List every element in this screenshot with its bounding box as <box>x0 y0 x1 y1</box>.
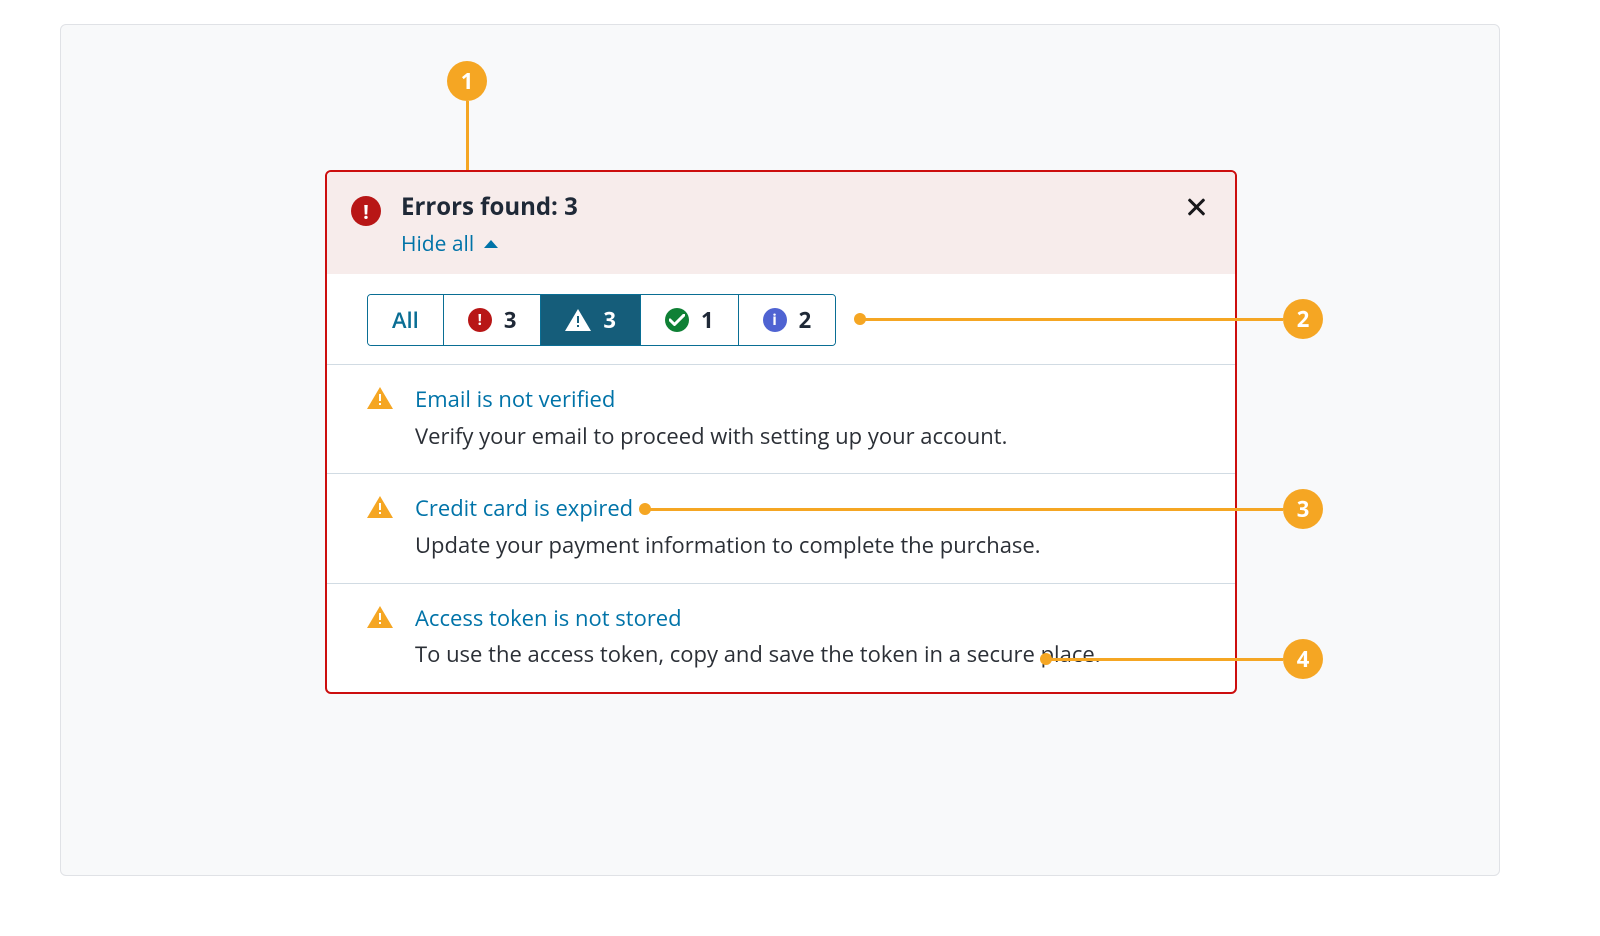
list-item: Access token is not stored To use the ac… <box>327 583 1235 692</box>
annotation-bubble-1: 1 <box>447 61 487 101</box>
warning-icon <box>367 604 393 626</box>
annotation-4: 4 <box>1283 639 1323 679</box>
annotation-3: 3 <box>1283 489 1323 529</box>
example-frame: 1 Errors found: 3 Hide all All <box>60 24 1500 876</box>
filter-info[interactable]: 2 <box>738 295 836 345</box>
close-icon <box>1185 196 1207 218</box>
chevron-up-icon <box>484 240 498 248</box>
filter-success[interactable]: 1 <box>640 295 738 345</box>
annotation-bubble-2: 2 <box>1283 299 1323 339</box>
filter-segmented-control: All 3 3 1 <box>367 294 836 346</box>
message-description: Update your payment information to compl… <box>415 531 1195 561</box>
success-icon <box>665 308 689 332</box>
toggle-label: Hide all <box>401 230 474 258</box>
message-title[interactable]: Access token is not stored <box>415 604 1195 633</box>
list-item: Email is not verified Verify your email … <box>327 364 1235 473</box>
annotation-1: 1 <box>447 61 487 101</box>
annotation-bubble-4: 4 <box>1283 639 1323 679</box>
error-icon <box>468 308 492 332</box>
filter-warnings[interactable]: 3 <box>540 295 640 345</box>
warning-icon <box>367 385 393 407</box>
annotation-3-line <box>648 508 1283 511</box>
filter-info-count: 2 <box>799 305 812 335</box>
message-list: Email is not verified Verify your email … <box>327 364 1235 692</box>
filter-warnings-count: 3 <box>603 305 616 335</box>
annotation-2: 2 <box>1283 299 1323 339</box>
annotation-bubble-3: 3 <box>1283 489 1323 529</box>
warning-icon <box>565 309 591 331</box>
filter-errors[interactable]: 3 <box>443 295 541 345</box>
annotation-4-line <box>1049 658 1283 661</box>
error-icon <box>351 196 381 226</box>
filter-all[interactable]: All <box>368 295 443 345</box>
info-icon <box>763 308 787 332</box>
filter-errors-count: 3 <box>504 305 517 335</box>
filter-success-count: 1 <box>701 305 714 335</box>
message-description: Verify your email to proceed with settin… <box>415 422 1195 452</box>
toggle-hide-all[interactable]: Hide all <box>401 230 498 258</box>
close-button[interactable] <box>1185 192 1211 218</box>
panel-title: Errors found: 3 <box>401 192 1185 222</box>
notification-panel: Errors found: 3 Hide all All 3 <box>325 170 1237 694</box>
filter-all-label: All <box>392 305 419 335</box>
panel-header: Errors found: 3 Hide all <box>327 172 1235 274</box>
message-title[interactable]: Email is not verified <box>415 385 1195 414</box>
list-item: Credit card is expired Update your payme… <box>327 473 1235 582</box>
annotation-2-line <box>863 318 1283 321</box>
message-description: To use the access token, copy and save t… <box>415 640 1195 670</box>
warning-icon <box>367 494 393 516</box>
